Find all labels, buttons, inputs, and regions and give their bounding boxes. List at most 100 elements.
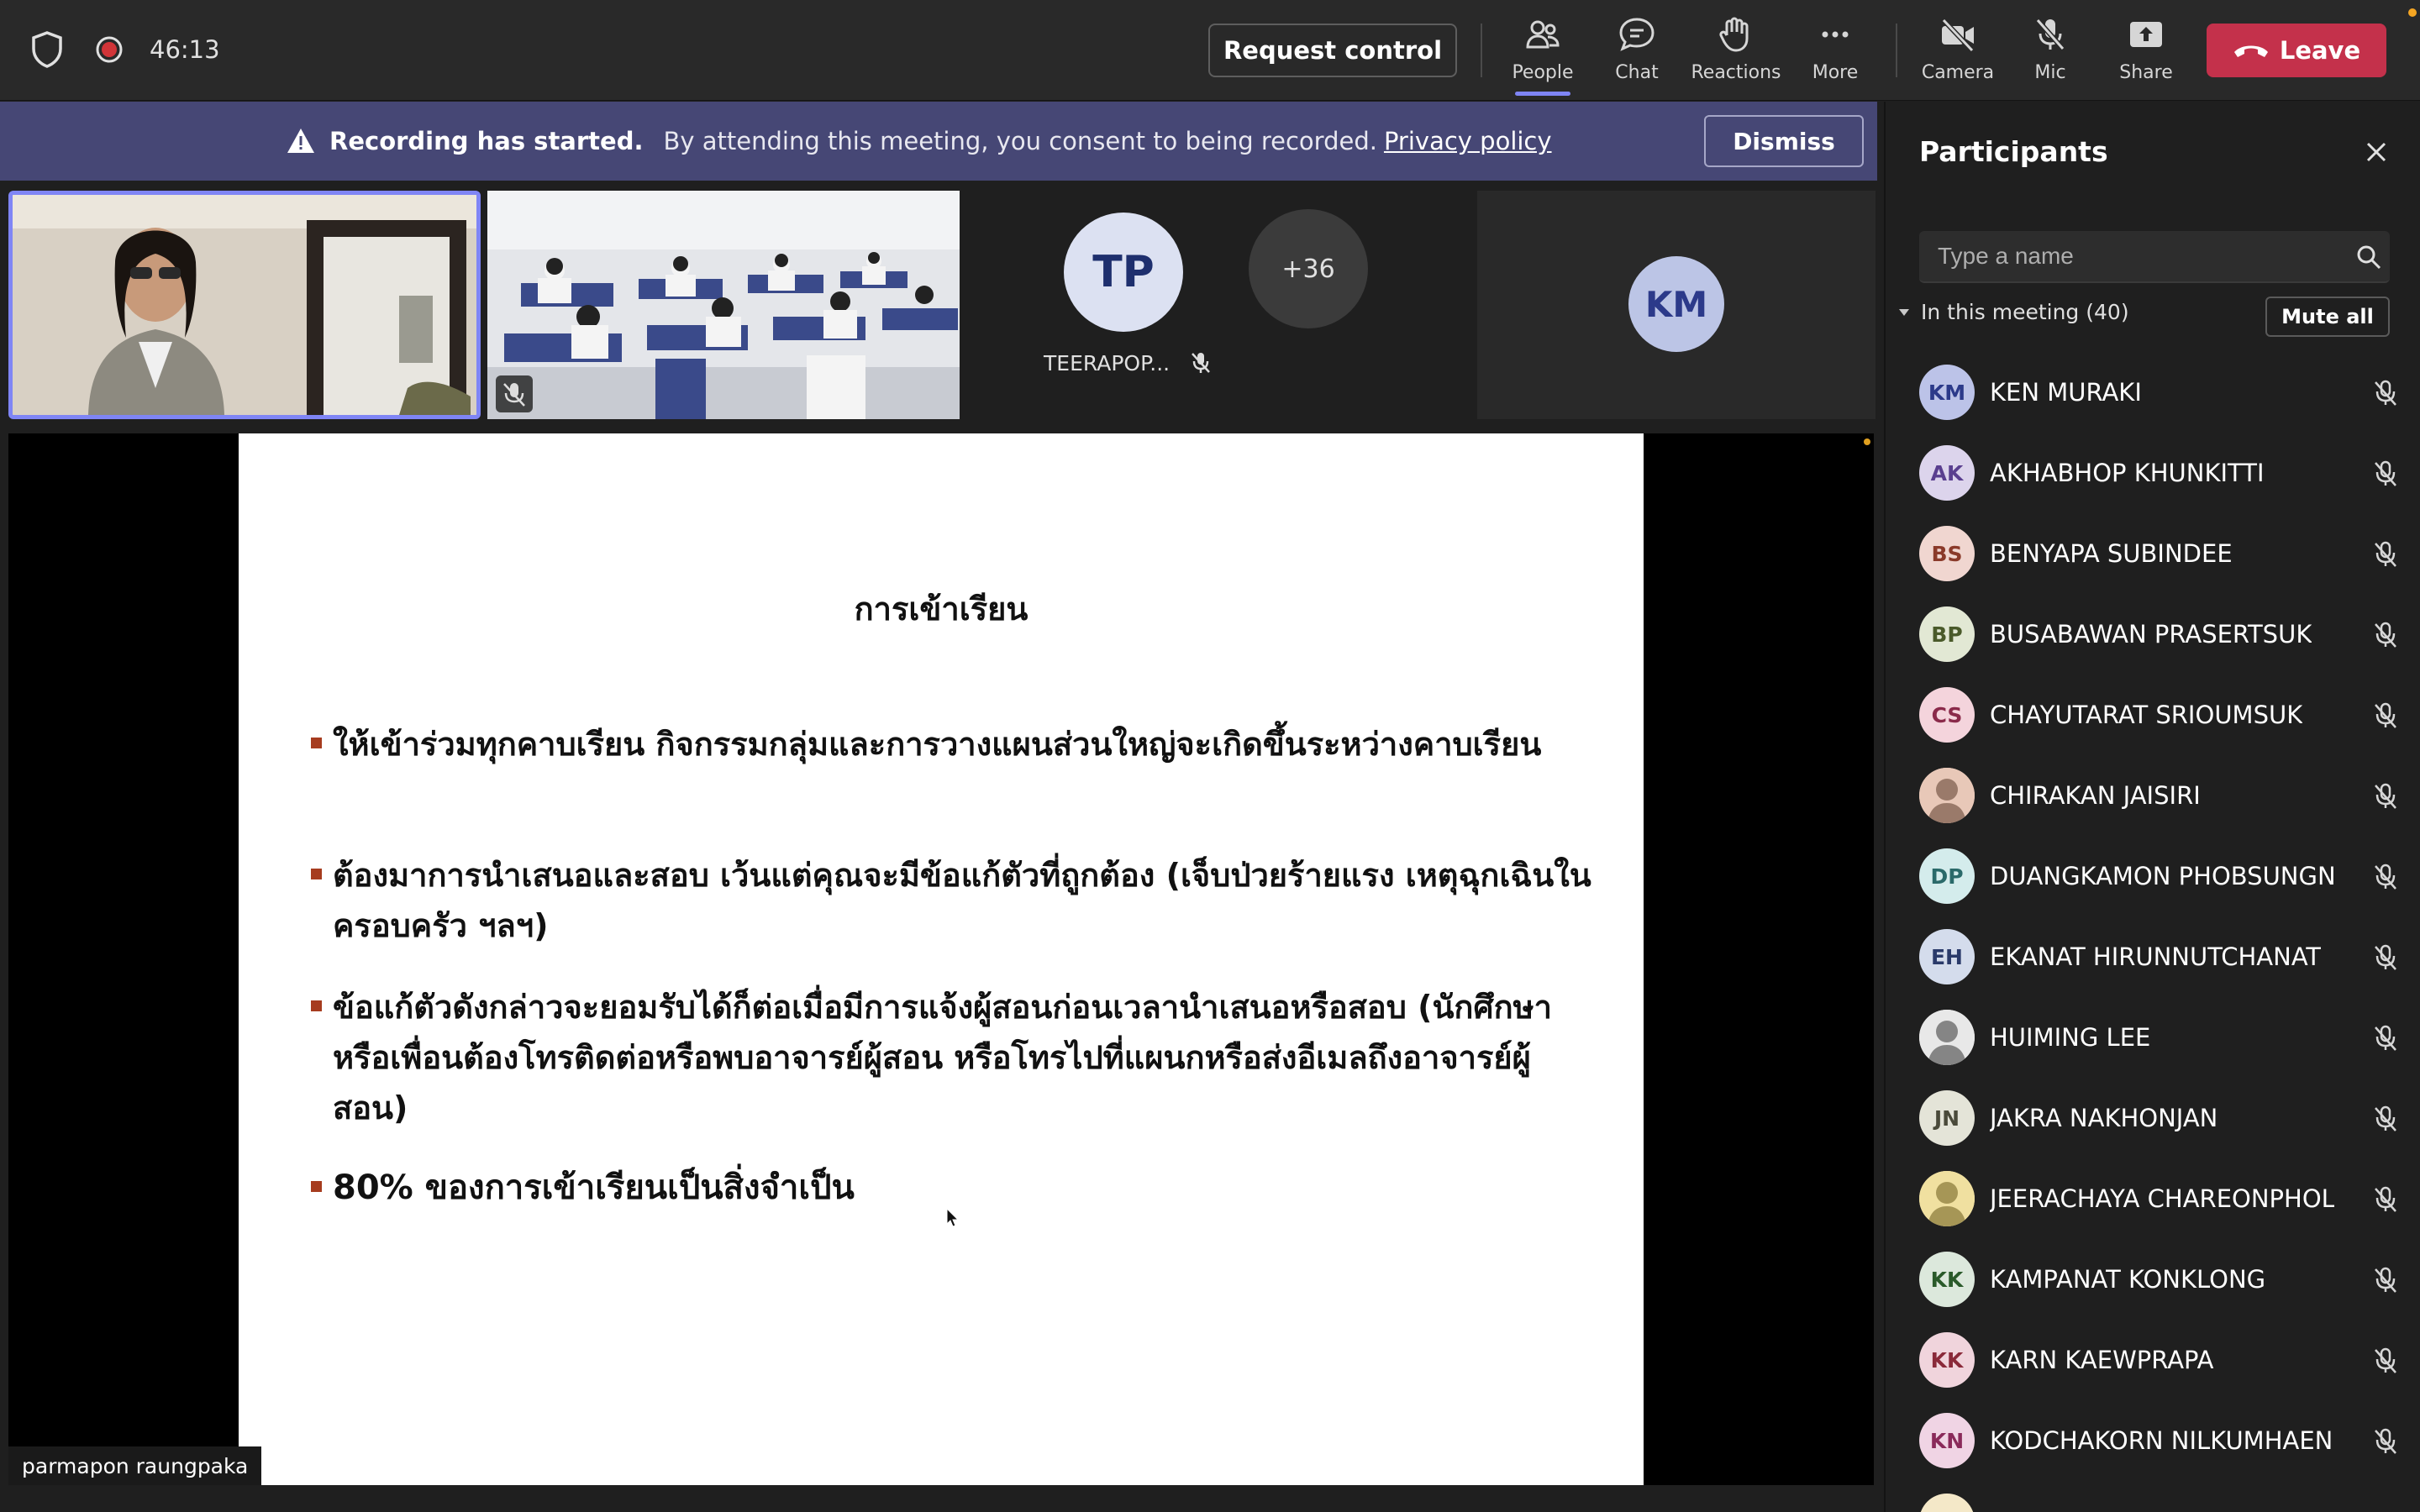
reactions-button[interactable]: Reactions [1686,15,1786,91]
participant-name: CHAYUTARAT SRIOUMSUK [1990,701,2303,729]
mic-label: Mic [2034,62,2066,83]
mic-off-icon [2371,1185,2400,1214]
share-button[interactable]: Share [2096,15,2196,91]
recording-icon [96,36,123,63]
shield-icon[interactable] [30,30,64,69]
video-gallery: TP TEERAPOP... +36 KM [0,181,1877,424]
participant-name: DUANGKAMON PHOBSUNGN... [1990,862,2334,890]
participant-row[interactable]: BP BUSABAWAN PRASERTSUK [1886,594,2420,675]
avatar: CS [1919,687,1975,743]
people-button[interactable]: People [1492,15,1593,96]
bullet-marker [311,1000,322,1011]
participant-row[interactable]: KK KAMPANAT KONKLONG [1886,1239,2420,1320]
avatar-photo [1919,768,1975,823]
avatar-photo [1919,1171,1975,1226]
camera-label: Camera [1921,62,1995,83]
participant-row[interactable]: JN JAKRA NAKHONJAN [1886,1078,2420,1158]
toolbar-left: 46:13 [30,30,220,69]
participant-row[interactable]: KK KARN KAEWPRAPA [1886,1320,2420,1400]
participant-name-text: TEERAPOP... [1044,350,1171,375]
participant-row[interactable]: CS CHAYUTARAT SRIOUMSUK [1886,675,2420,755]
phone-hangup-icon [2233,45,2268,57]
privacy-policy-link[interactable]: Privacy policy [1384,127,1552,155]
participant-row[interactable]: AK AKHABHOP KHUNKITTI [1886,433,2420,513]
avatar [1919,1171,1975,1226]
avatar: KK [1919,1252,1975,1307]
in-meeting-section-toggle[interactable]: In this meeting (40) [1897,300,2129,324]
search-input[interactable] [1919,231,2339,281]
reactions-icon [1719,17,1749,52]
participant-name: JEERACHAYA CHAREONPHOL [1990,1184,2334,1213]
participant-name: EKANAT HIRUNNUTCHANAT [1990,942,2322,971]
meeting-timer: 46:13 [150,35,220,64]
avatar: KK [1919,1332,1975,1388]
participant-row[interactable]: JEERACHAYA CHAREONPHOL [1886,1158,2420,1239]
leave-label: Leave [2279,36,2361,65]
slide-bullet: ต้องมาการนำเสนอและสอบ เว้นแต่คุณจะมีข้อแ… [311,850,1593,951]
camera-button[interactable]: Camera [1907,15,2008,91]
participant-row[interactable]: DP DUANGKAMON PHOBSUNGN... [1886,836,2420,916]
mic-off-icon [496,375,533,412]
mic-button[interactable]: Mic [2000,15,2101,91]
banner-title: Recording has started. [329,127,644,155]
video-tile-classroom[interactable] [487,191,960,419]
participant-name: KODCHAKORN NILKUMHAENG [1990,1426,2334,1455]
participant-name: KAMPANAT KONKLONG [1990,1265,2266,1294]
mic-off-icon [1192,353,1211,373]
status-dot [1864,438,1870,445]
bullet-marker [311,869,322,879]
mute-all-button[interactable]: Mute all [2265,297,2390,337]
more-button[interactable]: More [1785,15,1886,91]
dismiss-button[interactable]: Dismiss [1704,115,1864,167]
more-label: More [1812,62,1859,83]
participant-row[interactable]: HUIMING LEE [1886,997,2420,1078]
toolbar-divider [1481,24,1482,77]
avatar: KN [1919,1413,1975,1468]
participant-row[interactable]: KN KODCHAKORN NILKUMHAENG [1886,1400,2420,1481]
participant-row[interactable]: BS BENYAPA SUBINDEE [1886,513,2420,594]
mic-off-icon [2371,1266,2400,1294]
share-icon [2130,22,2162,47]
participant-name: HUIMING LEE [1990,1023,2151,1052]
participant-name: BENYAPA SUBINDEE [1990,539,2233,568]
search-icon[interactable] [2356,244,2381,270]
mic-off-icon [2371,782,2400,811]
mic-off-icon [2371,379,2400,407]
people-icon [1526,20,1560,49]
presenter-name-label: parmapon raungpaka [8,1446,262,1485]
participant-row[interactable]: CHIRAKAN JAISIRI [1886,755,2420,836]
mic-off-icon [2035,18,2065,50]
mic-off-icon [2371,943,2400,972]
video-tile-km[interactable]: KM [1477,191,1876,419]
notification-dot [2408,8,2417,17]
avatar: KM [1628,256,1724,352]
bullet-text: 80% ของการเข้าเรียนเป็นสิ่งจำเป็น [333,1168,855,1207]
presenter-video [13,195,476,415]
bullet-text: ต้องมาการนำเสนอและสอบ เว้นแต่คุณจะมีข้อแ… [333,857,1591,944]
avatar-photo [1919,1010,1975,1065]
avatar: JN [1919,1090,1975,1146]
avatar: DP [1919,848,1975,904]
participant-name: BUSABAWAN PRASERTSUK [1990,620,2312,648]
video-tile-presenter[interactable] [8,191,481,419]
video-tile-audio-only[interactable]: TP TEERAPOP... +36 [966,191,1457,419]
leave-button[interactable]: Leave [2207,24,2386,77]
participant-row[interactable] [1886,1481,2420,1512]
participant-name: TEERAPOP... [1044,350,1213,375]
slide-title: การเข้าเรียน [854,591,1028,627]
participants-panel: Participants In this meeting (40) Mute a… [1884,102,2420,1512]
avatar: KM [1919,365,1975,420]
avatar: AK [1919,445,1975,501]
avatar [1919,1494,1975,1512]
chat-button[interactable]: Chat [1586,15,1687,91]
camera-off-icon [1941,18,1975,53]
request-control-button[interactable]: Request control [1208,24,1457,77]
share-label: Share [2119,62,2173,83]
overflow-participants-button[interactable]: +36 [1249,209,1368,328]
participant-row[interactable]: EH EKANAT HIRUNNUTCHANAT [1886,916,2420,997]
mic-off-icon [2371,1427,2400,1456]
participant-name: KEN MURAKI [1990,378,2142,407]
slide-bullet: ข้อแก้ตัวดังกล่าวจะยอมรับได้ก็ต่อเมื่อมี… [311,982,1593,1133]
participant-row[interactable]: KM KEN MURAKI [1886,352,2420,433]
close-icon[interactable] [2363,139,2390,165]
